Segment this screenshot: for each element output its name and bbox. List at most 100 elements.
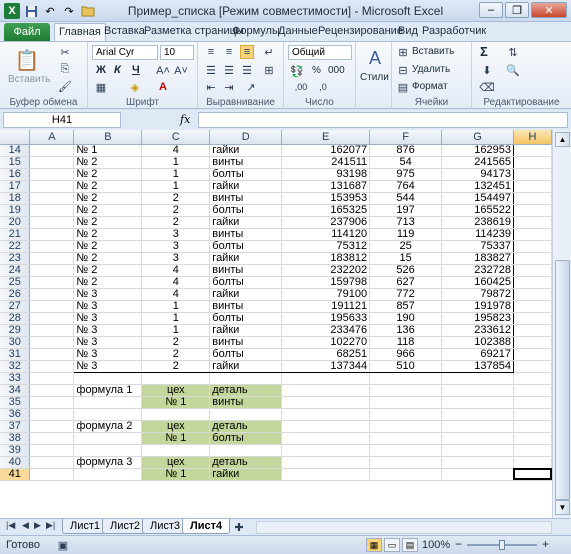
row-header[interactable]: 41: [0, 468, 31, 481]
row-header[interactable]: 29: [0, 324, 31, 337]
find-select-icon[interactable]: 🔍: [506, 63, 520, 77]
percent-button[interactable]: %: [312, 65, 321, 76]
cut-icon[interactable]: ✂: [58, 45, 72, 59]
cell-e[interactable]: 233476: [281, 324, 371, 337]
cell-e[interactable]: 191121: [281, 300, 371, 313]
name-box[interactable]: H41: [3, 112, 121, 128]
row-header[interactable]: 34: [0, 384, 31, 397]
horizontal-scrollbar[interactable]: [256, 521, 552, 534]
cell-d[interactable]: гайки: [209, 144, 283, 157]
cell-a[interactable]: [29, 144, 75, 157]
cell-c[interactable]: цех: [141, 384, 211, 397]
cell-a[interactable]: [29, 348, 75, 361]
cell-b[interactable]: [73, 432, 143, 445]
cell-e[interactable]: [281, 384, 371, 397]
cell-b[interactable]: № 3: [73, 360, 143, 373]
cell-d[interactable]: болты: [209, 276, 283, 289]
grow-font-icon[interactable]: A˄: [156, 64, 170, 78]
cell-d[interactable]: винты: [209, 300, 283, 313]
align-right-icon[interactable]: ☰: [240, 63, 254, 77]
fill-color-icon[interactable]: ◈: [128, 80, 142, 94]
cell-a[interactable]: [29, 228, 75, 241]
cell-g[interactable]: 191978: [441, 300, 514, 313]
cell-d[interactable]: болты: [209, 432, 283, 445]
cell-b[interactable]: № 3: [73, 324, 143, 337]
cell-c[interactable]: 3: [141, 228, 211, 241]
cell-c[interactable]: 2: [141, 360, 211, 373]
cell-a[interactable]: [29, 240, 75, 253]
cell-b[interactable]: № 2: [73, 216, 143, 229]
format-cells-button[interactable]: Формат: [412, 81, 448, 92]
cell-c[interactable]: 4: [141, 144, 211, 157]
sheet-tab-4-active[interactable]: Лист4: [182, 519, 231, 534]
cell-h[interactable]: [513, 408, 552, 421]
cell-h[interactable]: [513, 252, 552, 265]
align-top-icon[interactable]: ≡: [204, 45, 218, 59]
cell-b[interactable]: № 2: [73, 180, 143, 193]
cell-g[interactable]: 137854: [441, 360, 514, 373]
column-header[interactable]: G: [441, 130, 514, 145]
cell-b[interactable]: № 3: [73, 288, 143, 301]
row-header[interactable]: 37: [0, 420, 31, 433]
row-header[interactable]: 22: [0, 240, 31, 253]
cell-c[interactable]: 1: [141, 324, 211, 337]
page-break-view-icon[interactable]: ▤: [402, 538, 418, 552]
cell-e[interactable]: 162077: [281, 144, 371, 157]
cell-b[interactable]: № 2: [73, 156, 143, 169]
cell-h[interactable]: [513, 240, 552, 253]
cell-h[interactable]: [513, 336, 552, 349]
cell-d[interactable]: винты: [209, 228, 283, 241]
next-sheet-icon[interactable]: ▶: [34, 520, 41, 531]
row-header[interactable]: 19: [0, 204, 31, 217]
cell-b[interactable]: № 2: [73, 240, 143, 253]
cell-h[interactable]: [513, 348, 552, 361]
tab-review[interactable]: Рецензирование: [318, 25, 403, 37]
cell-e[interactable]: 114120: [281, 228, 371, 241]
cell-b[interactable]: [73, 444, 143, 457]
cell-c[interactable]: № 1: [141, 432, 211, 445]
cell-a[interactable]: [29, 336, 75, 349]
cell-a[interactable]: [29, 372, 75, 385]
row-header[interactable]: 16: [0, 168, 31, 181]
cell-b[interactable]: [73, 396, 143, 409]
cell-a[interactable]: [29, 312, 75, 325]
merge-cells-icon[interactable]: ⊞: [262, 63, 276, 77]
row-header[interactable]: 18: [0, 192, 31, 205]
align-center-icon[interactable]: ☰: [222, 63, 236, 77]
restore-button[interactable]: ❐: [505, 2, 529, 18]
cell-d[interactable]: гайки: [209, 180, 283, 193]
cell-g[interactable]: 183827: [441, 252, 514, 265]
paste-button[interactable]: Вставить: [8, 74, 50, 85]
align-middle-icon[interactable]: ≡: [222, 45, 236, 59]
cell-h[interactable]: [513, 276, 552, 289]
scroll-down-icon[interactable]: ▼: [555, 500, 570, 515]
tab-file[interactable]: Файл: [4, 23, 50, 42]
cell-f[interactable]: 764: [369, 180, 443, 193]
cell-b[interactable]: № 2: [73, 192, 143, 205]
underline-button[interactable]: Ч: [132, 64, 140, 76]
cell-c[interactable]: 1: [141, 312, 211, 325]
cell-c[interactable]: № 1: [141, 396, 211, 409]
cell-g[interactable]: 114239: [441, 228, 514, 241]
zoom-out-button[interactable]: −: [455, 537, 462, 551]
cell-c[interactable]: цех: [141, 456, 211, 469]
align-left-icon[interactable]: ☰: [204, 63, 218, 77]
cell-a[interactable]: [29, 324, 75, 337]
cell-d[interactable]: [209, 408, 283, 421]
cell-c[interactable]: 1: [141, 156, 211, 169]
cell-a[interactable]: [29, 288, 75, 301]
select-all-corner[interactable]: [0, 130, 31, 145]
orientation-icon[interactable]: ↗: [244, 80, 258, 94]
cell-a[interactable]: [29, 456, 75, 469]
row-header[interactable]: 25: [0, 276, 31, 289]
cell-b[interactable]: [73, 468, 143, 481]
cell-a[interactable]: [29, 432, 75, 445]
cell-c[interactable]: № 1: [141, 468, 211, 481]
cell-h[interactable]: [513, 168, 552, 181]
cell-g[interactable]: 132451: [441, 180, 514, 193]
cell-h[interactable]: [513, 288, 552, 301]
cell-a[interactable]: [29, 216, 75, 229]
cell-e[interactable]: [281, 432, 371, 445]
cell-h[interactable]: [513, 360, 552, 373]
decrease-indent-icon[interactable]: ⇤: [204, 80, 218, 94]
